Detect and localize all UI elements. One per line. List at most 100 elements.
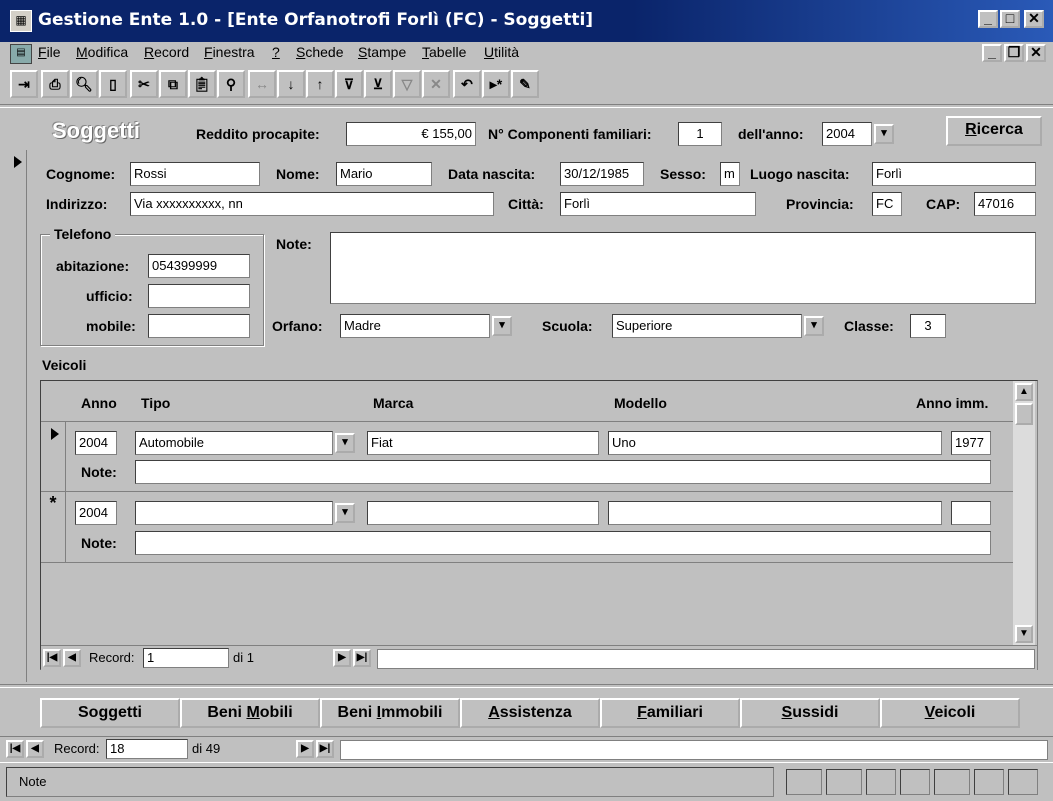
new-record-button[interactable]: ▸*: [482, 70, 510, 98]
app-icon[interactable]: ▦: [10, 10, 32, 32]
veicolo-anno-imm-field[interactable]: 1977: [951, 431, 991, 455]
main-hscroll[interactable]: [340, 740, 1048, 760]
veicolo-new-tipo-dropdown-button[interactable]: ▾: [335, 503, 355, 523]
scuola-dropdown-button[interactable]: ▾: [804, 316, 824, 336]
row-selector-new[interactable]: *: [41, 492, 66, 562]
child-restore-button[interactable]: ❐: [1004, 44, 1024, 62]
ricerca-button[interactable]: Ricerca: [946, 116, 1042, 146]
ufficio-field[interactable]: [148, 284, 250, 308]
tab-soggetti[interactable]: Soggetti: [40, 698, 180, 728]
paste-button[interactable]: 📋︎: [188, 70, 216, 98]
edit-button[interactable]: ✎: [511, 70, 539, 98]
menu-utilit[interactable]: Utilità: [484, 44, 519, 60]
scroll-down-button[interactable]: ▼: [1015, 625, 1033, 643]
veicolo-tipo-field[interactable]: Automobile: [135, 431, 333, 455]
prev-record-button[interactable]: ◀: [63, 649, 81, 667]
cognome-field[interactable]: Rossi: [130, 162, 260, 186]
classe-field[interactable]: 3: [910, 314, 946, 338]
nome-field[interactable]: Mario: [336, 162, 432, 186]
replace-button[interactable]: ↔: [248, 70, 276, 98]
next-record-button[interactable]: ▶: [333, 649, 351, 667]
cut-button[interactable]: ✂: [130, 70, 158, 98]
menu-record[interactable]: Record: [144, 44, 189, 60]
sort-desc-button[interactable]: ↑: [306, 70, 334, 98]
filter-selection-button[interactable]: ⊽: [335, 70, 363, 98]
reddito-field[interactable]: € 155,00: [346, 122, 476, 146]
copy-button[interactable]: ⧉: [159, 70, 187, 98]
sort-asc-button[interactable]: ↓: [277, 70, 305, 98]
scroll-up-button[interactable]: ▲: [1015, 383, 1033, 401]
child-close-button[interactable]: ✕: [1026, 44, 1046, 62]
main-last-record-button[interactable]: ▶|: [316, 740, 334, 758]
veicolo-marca-field[interactable]: Fiat: [367, 431, 599, 455]
preview-button[interactable]: 🔍︎: [70, 70, 98, 98]
indirizzo-field[interactable]: Via xxxxxxxxxx, nn: [130, 192, 494, 216]
veicolo-new-marca-field[interactable]: [367, 501, 599, 525]
main-prev-record-button[interactable]: ◀: [26, 740, 44, 758]
minimize-button[interactable]: _: [978, 10, 998, 28]
menu-finestra[interactable]: Finestra: [204, 44, 255, 60]
veicolo-note-field[interactable]: [135, 460, 991, 484]
mobile-field[interactable]: [148, 314, 250, 338]
scroll-thumb[interactable]: [1015, 403, 1033, 425]
veicolo-new-anno-field[interactable]: 2004: [75, 501, 117, 525]
record-number-field[interactable]: 1: [143, 648, 229, 668]
apply-filter-button[interactable]: ▽: [393, 70, 421, 98]
componenti-field[interactable]: 1: [678, 122, 722, 146]
cap-field[interactable]: 47016: [974, 192, 1036, 216]
child-minimize-button[interactable]: _: [982, 44, 1002, 62]
luogo-nascita-field[interactable]: Forlì: [872, 162, 1036, 186]
row-selector-current[interactable]: [41, 422, 66, 492]
menu-modifica[interactable]: Modifica: [76, 44, 128, 60]
main-first-record-button[interactable]: |◀: [6, 740, 24, 758]
orfano-dropdown-button[interactable]: ▾: [492, 316, 512, 336]
last-record-button[interactable]: ▶|: [353, 649, 371, 667]
data-nascita-field[interactable]: 30/12/1985: [560, 162, 644, 186]
veicolo-new-modello-field[interactable]: [608, 501, 942, 525]
sesso-field[interactable]: m: [720, 162, 740, 186]
undo-button[interactable]: ↶: [453, 70, 481, 98]
print-button[interactable]: ⎙: [41, 70, 69, 98]
tab-beni-mobili[interactable]: Beni Mobili: [180, 698, 320, 728]
anno-dropdown-button[interactable]: ▾: [874, 124, 894, 144]
remove-filter-button[interactable]: ✕: [422, 70, 450, 98]
abitazione-field[interactable]: 054399999: [148, 254, 250, 278]
note-field[interactable]: [330, 232, 1036, 304]
tab-beni-immobili[interactable]: Beni Immobili: [320, 698, 460, 728]
veicolo-new-anno-imm-field[interactable]: [951, 501, 991, 525]
menu-tabelle[interactable]: Tabelle: [422, 44, 466, 60]
new-doc-button[interactable]: ▯: [99, 70, 127, 98]
filter-form-button[interactable]: ⊻: [364, 70, 392, 98]
menu-file[interactable]: File: [38, 44, 61, 60]
tab-veicoli[interactable]: Veicoli: [880, 698, 1020, 728]
exit-button[interactable]: ⇥: [10, 70, 38, 98]
maximize-button[interactable]: □: [1000, 10, 1020, 28]
citta-field[interactable]: Forlì: [560, 192, 756, 216]
veicolo-new-tipo-field[interactable]: [135, 501, 333, 525]
status-bar: Note: [0, 762, 1053, 801]
subform-scrollbar[interactable]: ▲ ▼: [1013, 381, 1035, 645]
find-button[interactable]: ⚲: [217, 70, 245, 98]
record-selector[interactable]: [6, 150, 27, 682]
main-next-record-button[interactable]: ▶: [296, 740, 314, 758]
menu-help[interactable]: ?: [272, 44, 280, 60]
tab-assistenza[interactable]: Assistenza: [460, 698, 600, 728]
scuola-field[interactable]: Superiore: [612, 314, 802, 338]
veicolo-modello-field[interactable]: Uno: [608, 431, 942, 455]
menu-schede[interactable]: Schede: [296, 44, 344, 60]
tab-sussidi[interactable]: Sussidi: [740, 698, 880, 728]
main-record-number-field[interactable]: 18: [106, 739, 188, 759]
orfano-field[interactable]: Madre: [340, 314, 490, 338]
provincia-field[interactable]: FC: [872, 192, 902, 216]
veicolo-anno-field[interactable]: 2004: [75, 431, 117, 455]
veicolo-tipo-dropdown-button[interactable]: ▾: [335, 433, 355, 453]
veicolo-new-note-field[interactable]: [135, 531, 991, 555]
form-icon[interactable]: ▤: [10, 44, 32, 64]
close-button[interactable]: ✕: [1024, 10, 1044, 28]
menu-stampe[interactable]: Stampe: [358, 44, 406, 60]
first-record-button[interactable]: |◀: [43, 649, 61, 667]
anno-field[interactable]: 2004: [822, 122, 872, 146]
subform-hscroll[interactable]: [377, 649, 1035, 669]
main-record-navigator: |◀ ◀ Record: 18 di 49 ▶ ▶|: [0, 736, 1053, 761]
tab-familiari[interactable]: Familiari: [600, 698, 740, 728]
